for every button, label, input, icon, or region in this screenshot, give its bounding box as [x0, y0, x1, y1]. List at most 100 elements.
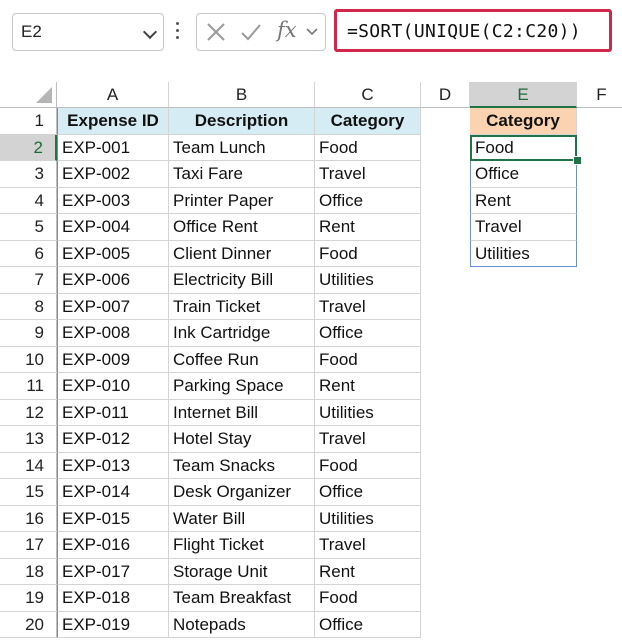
- table-cell[interactable]: Coffee Run: [169, 346, 315, 373]
- table-cell[interactable]: EXP-008: [57, 320, 169, 347]
- row-header-2[interactable]: 2: [0, 134, 57, 161]
- result-cell[interactable]: Travel: [470, 214, 577, 241]
- table-cell[interactable]: Utilities: [315, 505, 421, 532]
- table-cell[interactable]: Travel: [315, 161, 421, 188]
- table-cell[interactable]: Ink Cartridge: [169, 320, 315, 347]
- row-header-19[interactable]: 19: [0, 585, 57, 612]
- row-header-1[interactable]: 1: [0, 108, 57, 135]
- table-cell[interactable]: Food: [315, 240, 421, 267]
- cancel-icon[interactable]: [205, 20, 227, 44]
- column-header-f[interactable]: F: [577, 82, 622, 108]
- table-cell[interactable]: Office: [315, 320, 421, 347]
- table-cell[interactable]: EXP-016: [57, 532, 169, 559]
- select-all-corner[interactable]: [0, 82, 57, 108]
- row-header-15[interactable]: 15: [0, 479, 57, 506]
- row-header-13[interactable]: 13: [0, 426, 57, 453]
- row-header-14[interactable]: 14: [0, 452, 57, 479]
- column-header-c[interactable]: C: [315, 82, 421, 108]
- table-cell[interactable]: Food: [315, 346, 421, 373]
- table-header-cell[interactable]: Description: [169, 108, 315, 135]
- row-header-3[interactable]: 3: [0, 161, 57, 188]
- table-cell[interactable]: Office: [315, 187, 421, 214]
- result-cell[interactable]: Utilities: [470, 240, 577, 267]
- table-cell[interactable]: EXP-011: [57, 399, 169, 426]
- table-cell[interactable]: Taxi Fare: [169, 161, 315, 188]
- table-cell[interactable]: EXP-019: [57, 611, 169, 638]
- result-cell[interactable]: Food: [470, 134, 577, 161]
- table-cell[interactable]: EXP-006: [57, 267, 169, 294]
- formula-input[interactable]: =SORT(UNIQUE(C2:C20)): [334, 9, 612, 52]
- table-cell[interactable]: Food: [315, 452, 421, 479]
- row-header-8[interactable]: 8: [0, 293, 57, 320]
- row-header-18[interactable]: 18: [0, 558, 57, 585]
- result-cell[interactable]: Office: [470, 161, 577, 188]
- table-cell[interactable]: Utilities: [315, 399, 421, 426]
- expand-chevron-icon[interactable]: [305, 26, 319, 38]
- table-cell[interactable]: Office: [315, 611, 421, 638]
- table-cell[interactable]: Parking Space: [169, 373, 315, 400]
- table-cell[interactable]: EXP-018: [57, 585, 169, 612]
- table-header-cell[interactable]: Expense ID: [57, 108, 169, 135]
- row-header-10[interactable]: 10: [0, 346, 57, 373]
- table-cell[interactable]: Storage Unit: [169, 558, 315, 585]
- table-cell[interactable]: Printer Paper: [169, 187, 315, 214]
- table-cell[interactable]: EXP-010: [57, 373, 169, 400]
- table-cell[interactable]: EXP-005: [57, 240, 169, 267]
- table-cell[interactable]: EXP-012: [57, 426, 169, 453]
- table-cell[interactable]: EXP-009: [57, 346, 169, 373]
- table-cell[interactable]: Notepads: [169, 611, 315, 638]
- table-cell[interactable]: Water Bill: [169, 505, 315, 532]
- table-cell[interactable]: Utilities: [315, 267, 421, 294]
- table-cell[interactable]: Hotel Stay: [169, 426, 315, 453]
- table-cell[interactable]: Team Lunch: [169, 134, 315, 161]
- table-cell[interactable]: EXP-007: [57, 293, 169, 320]
- chevron-down-icon[interactable]: [142, 24, 158, 40]
- table-cell[interactable]: Electricity Bill: [169, 267, 315, 294]
- row-header-4[interactable]: 4: [0, 187, 57, 214]
- table-cell[interactable]: EXP-003: [57, 187, 169, 214]
- table-cell[interactable]: EXP-004: [57, 214, 169, 241]
- table-cell[interactable]: Client Dinner: [169, 240, 315, 267]
- table-cell[interactable]: Travel: [315, 532, 421, 559]
- table-cell[interactable]: Travel: [315, 293, 421, 320]
- row-header-16[interactable]: 16: [0, 505, 57, 532]
- column-header-d[interactable]: D: [421, 82, 470, 108]
- table-cell[interactable]: Food: [315, 585, 421, 612]
- table-cell[interactable]: Office: [315, 479, 421, 506]
- row-header-17[interactable]: 17: [0, 532, 57, 559]
- row-header-6[interactable]: 6: [0, 240, 57, 267]
- row-header-20[interactable]: 20: [0, 611, 57, 638]
- table-cell[interactable]: Office Rent: [169, 214, 315, 241]
- table-cell[interactable]: Team Snacks: [169, 452, 315, 479]
- table-cell[interactable]: Train Ticket: [169, 293, 315, 320]
- name-box[interactable]: E2: [12, 13, 164, 51]
- enter-check-icon[interactable]: [239, 20, 263, 44]
- result-cell[interactable]: Rent: [470, 187, 577, 214]
- row-header-9[interactable]: 9: [0, 320, 57, 347]
- table-header-cell[interactable]: Category: [315, 108, 421, 135]
- column-header-a[interactable]: A: [57, 82, 169, 108]
- table-cell[interactable]: Team Breakfast: [169, 585, 315, 612]
- table-cell[interactable]: Rent: [315, 214, 421, 241]
- row-header-12[interactable]: 12: [0, 399, 57, 426]
- table-cell[interactable]: Rent: [315, 558, 421, 585]
- table-cell[interactable]: Flight Ticket: [169, 532, 315, 559]
- insert-function-icon[interactable]: fx: [277, 18, 297, 42]
- row-header-5[interactable]: 5: [0, 214, 57, 241]
- row-header-7[interactable]: 7: [0, 267, 57, 294]
- table-cell[interactable]: EXP-014: [57, 479, 169, 506]
- row-header-11[interactable]: 11: [0, 373, 57, 400]
- table-cell[interactable]: Rent: [315, 373, 421, 400]
- table-cell[interactable]: Travel: [315, 426, 421, 453]
- column-header-b[interactable]: B: [169, 82, 315, 108]
- table-cell[interactable]: EXP-002: [57, 161, 169, 188]
- table-cell[interactable]: EXP-013: [57, 452, 169, 479]
- table-cell[interactable]: EXP-015: [57, 505, 169, 532]
- table-cell[interactable]: Food: [315, 134, 421, 161]
- table-cell[interactable]: Internet Bill: [169, 399, 315, 426]
- result-header-cell[interactable]: Category: [470, 108, 577, 135]
- table-cell[interactable]: Desk Organizer: [169, 479, 315, 506]
- fill-handle[interactable]: [573, 156, 582, 165]
- more-options-icon[interactable]: [176, 22, 180, 42]
- table-cell[interactable]: EXP-001: [57, 134, 169, 161]
